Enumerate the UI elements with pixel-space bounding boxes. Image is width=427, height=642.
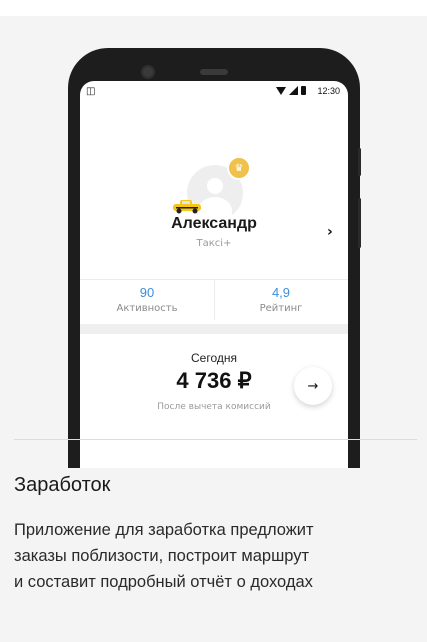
description-line: заказы поблизости, построит маршрут	[14, 547, 310, 565]
wifi-icon	[276, 86, 286, 95]
chevron-right-icon[interactable]: ›	[327, 224, 333, 240]
driver-name: Александр	[171, 215, 257, 232]
taxi-car-icon	[173, 200, 201, 214]
driver-class: Таксі+	[196, 238, 232, 249]
phone-side-button	[358, 148, 361, 176]
section-title: Заработок	[14, 474, 111, 496]
phone-mockup: ◫ 12:30 ♛ Александр Таксі+ › 90 Активнос…	[68, 48, 361, 468]
section-separator	[80, 324, 348, 334]
description-line: и составит подробный отчёт о доходах	[14, 573, 313, 591]
cellular-icon	[289, 86, 298, 95]
stat-label: Рейтинг	[259, 303, 303, 314]
earnings-details-button[interactable]: →	[294, 367, 332, 405]
phone-screen: ◫ 12:30 ♛ Александр Таксі+ › 90 Активнос…	[80, 81, 348, 468]
stat-value: 90	[139, 285, 155, 300]
vibrate-icon: ◫	[86, 86, 96, 97]
avatar-head	[207, 178, 223, 194]
stat-label: Активность	[116, 303, 178, 314]
crown-icon: ♛	[227, 156, 251, 180]
phone-side-button	[358, 198, 361, 248]
status-time: 12:30	[317, 86, 340, 96]
stat-activity[interactable]: 90 Активность	[80, 285, 214, 314]
arrow-right-icon: →	[307, 378, 319, 394]
status-bar: ◫ 12:30	[80, 81, 348, 103]
description-line: Приложение для заработка предложит	[14, 521, 314, 539]
divider	[14, 439, 417, 440]
earnings-label: Сегодня	[191, 351, 237, 365]
stat-rating[interactable]: 4,9 Рейтинг	[214, 285, 348, 314]
phone-camera	[141, 65, 155, 79]
stat-value: 4,9	[271, 285, 291, 300]
battery-icon	[301, 86, 306, 95]
section-description: Приложение для заработка предложит заказ…	[14, 517, 414, 595]
phone-speaker	[200, 69, 228, 75]
